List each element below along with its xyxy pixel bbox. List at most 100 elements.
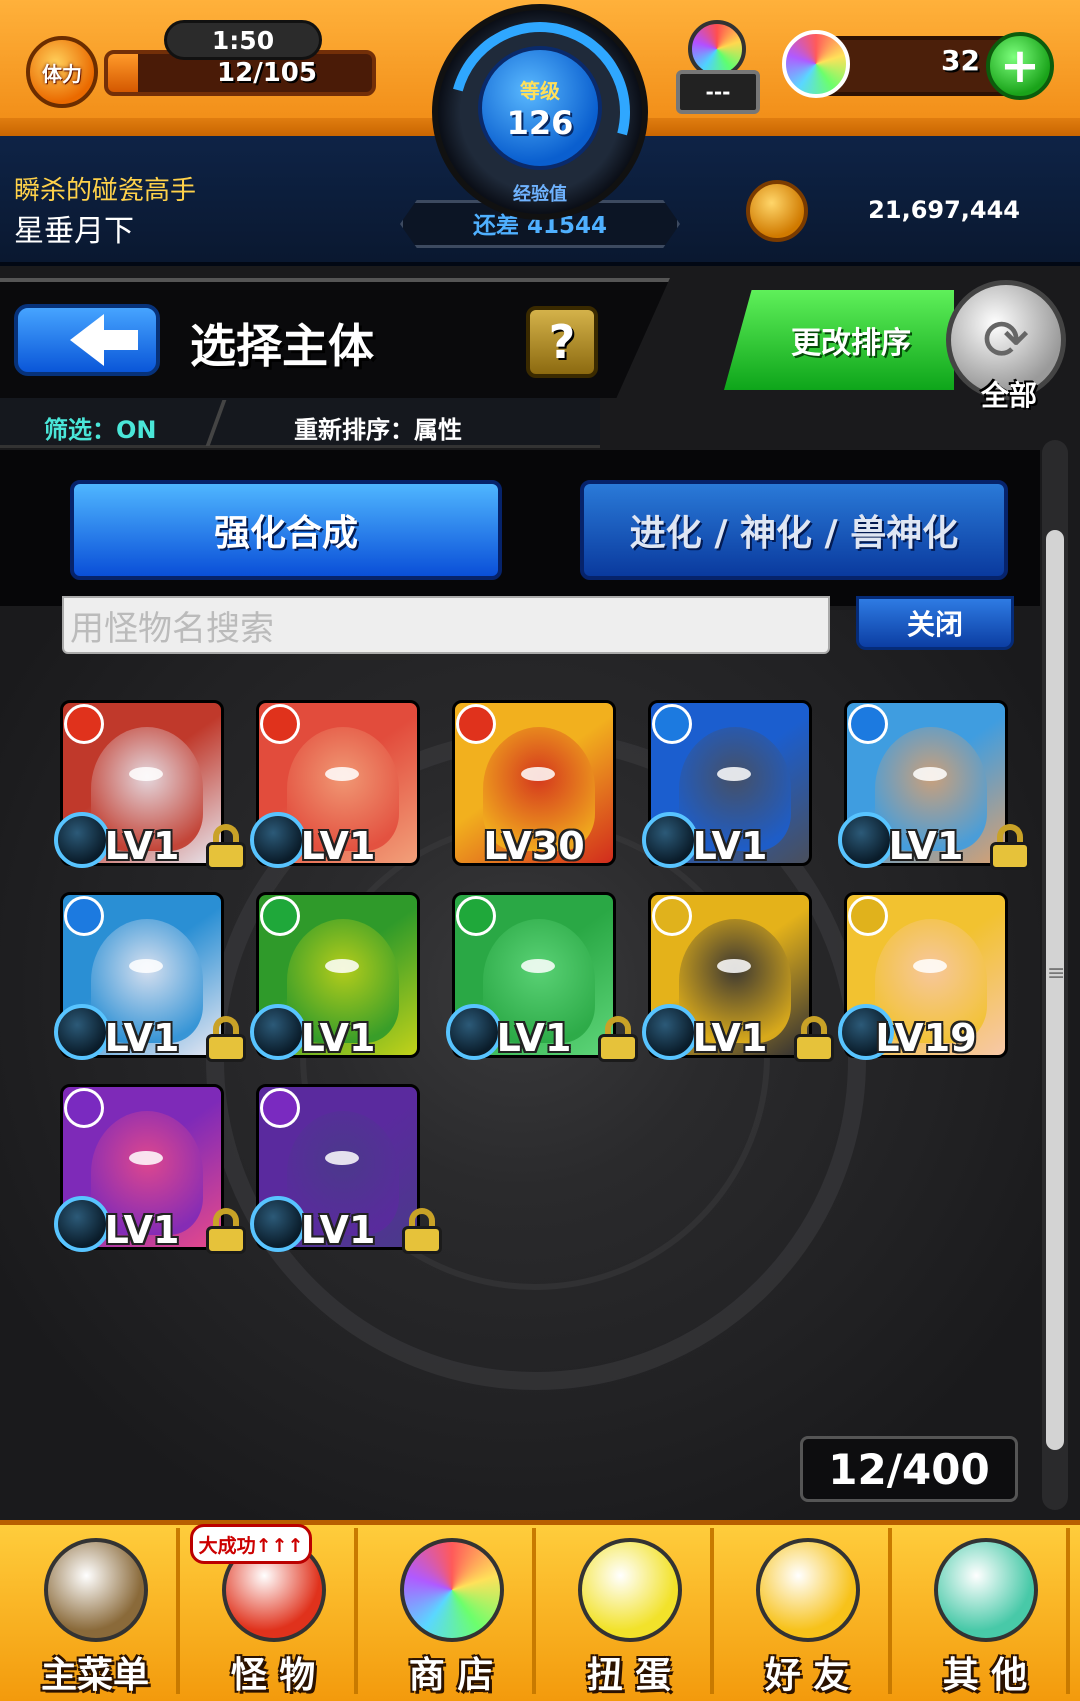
dark-element-icon	[64, 1088, 104, 1128]
monster-eye	[913, 767, 947, 781]
tab-evolution[interactable]: 进化 / 神化 / 兽神化	[580, 480, 1008, 580]
box-count: 12/400	[800, 1436, 1018, 1502]
monster-level: LV1	[300, 1016, 376, 1060]
tab-power-up[interactable]: 强化合成	[70, 480, 502, 580]
nav-label: 商 店	[408, 1655, 494, 1696]
lock-body	[402, 1226, 442, 1254]
orb-count: 32	[941, 44, 980, 77]
monster-card[interactable]: LV1	[446, 892, 638, 1062]
monster-eye	[325, 959, 359, 973]
player-title: 瞬杀的碰瓷高手	[14, 176, 197, 206]
badge-slot[interactable]: ---	[672, 16, 764, 116]
lock-icon	[204, 1016, 248, 1064]
friends-icon	[756, 1538, 860, 1642]
monster-level: LV1	[300, 1208, 376, 1252]
monster-level: LV30	[483, 824, 585, 868]
fire-element-icon	[456, 704, 496, 744]
stamina-count: 12/105	[217, 58, 317, 88]
back-button[interactable]	[14, 304, 160, 376]
monster-level: LV1	[300, 824, 376, 868]
water-element-icon	[848, 704, 888, 744]
filter-toggle[interactable]: 筛选：ON	[44, 410, 157, 445]
water-element-icon	[652, 704, 692, 744]
monster-eye	[129, 1151, 163, 1165]
refresh-all-label: 全部	[980, 379, 1037, 412]
monster-eye	[129, 767, 163, 781]
lock-body	[206, 1034, 246, 1062]
nav-label: 扭 蛋	[586, 1655, 672, 1696]
nav-friends[interactable]: 好 友	[722, 1528, 892, 1696]
nav-other[interactable]: 其 他	[900, 1528, 1070, 1696]
monster-eye	[521, 959, 555, 973]
fire-element-icon	[64, 704, 104, 744]
monster-level: LV19	[875, 1016, 977, 1060]
monster-card[interactable]: LV1	[642, 892, 834, 1062]
lock-icon	[596, 1016, 640, 1064]
monster-eye	[325, 1151, 359, 1165]
stamina-timer: 1:50	[164, 20, 322, 60]
nav-gacha[interactable]: 扭 蛋	[544, 1528, 714, 1696]
coin-count: 21,697,444	[868, 196, 1020, 224]
monster-level: LV1	[692, 1016, 768, 1060]
search-input[interactable]: 用怪物名搜索	[62, 596, 830, 654]
other-icon	[934, 1538, 1038, 1642]
page-title: 选择主体	[190, 319, 374, 373]
monster-card[interactable]: LV1	[54, 700, 246, 870]
monster-card[interactable]: LV1	[838, 700, 1030, 870]
nav-main-menu[interactable]: 主菜单	[10, 1528, 180, 1696]
monster-level: LV1	[888, 824, 964, 868]
monster-level: LV1	[104, 1208, 180, 1252]
change-sort-button[interactable]: 更改排序	[724, 290, 954, 390]
light-element-icon	[848, 896, 888, 936]
grip-icon: ≡	[1047, 961, 1066, 986]
monster-card[interactable]: LV1	[250, 700, 420, 868]
monster-eye	[717, 959, 751, 973]
light-element-icon	[652, 896, 692, 936]
gate-icon	[44, 1538, 148, 1642]
monster-card[interactable]: LV19	[838, 892, 1008, 1060]
monster-level: LV1	[496, 1016, 572, 1060]
monster-card[interactable]: LV1	[54, 1084, 246, 1254]
refresh-icon: ⟳	[982, 307, 1030, 373]
dark-element-icon	[260, 1088, 300, 1128]
close-search-button[interactable]: 关闭	[856, 596, 1014, 650]
lock-body	[206, 1226, 246, 1254]
monster-card[interactable]: LV1	[642, 700, 812, 868]
lock-icon	[792, 1016, 836, 1064]
monster-card[interactable]: LV30	[452, 700, 616, 868]
fire-element-icon	[260, 704, 300, 744]
lock-icon	[204, 1208, 248, 1256]
stamina-icon: 体力	[26, 36, 98, 108]
monster-level: LV1	[104, 824, 180, 868]
lock-body	[794, 1034, 834, 1062]
exp-label: 经验值	[513, 184, 567, 205]
lock-icon	[204, 824, 248, 872]
monster-card[interactable]: LV1	[250, 1084, 442, 1254]
wood-element-icon	[260, 896, 300, 936]
monster-card[interactable]: LV1	[54, 892, 246, 1062]
player-name: 星垂月下	[14, 214, 134, 249]
buy-orbs-button[interactable]: +	[986, 32, 1054, 100]
orb-icon	[400, 1538, 504, 1642]
badge-box: ---	[676, 70, 760, 114]
monster-eye	[129, 959, 163, 973]
monster-eye	[325, 767, 359, 781]
monster-level: LV1	[692, 824, 768, 868]
monster-level: LV1	[104, 1016, 180, 1060]
water-element-icon	[64, 896, 104, 936]
coin-icon	[746, 180, 808, 242]
sort-status[interactable]: 重新排序：属性	[294, 410, 462, 445]
help-button[interactable]: ?	[526, 306, 598, 378]
nav-shop[interactable]: 商 店	[366, 1528, 536, 1696]
lock-icon	[988, 824, 1032, 872]
stamina-fill	[108, 54, 139, 92]
nav-label: 其 他	[942, 1655, 1028, 1696]
lock-body	[206, 842, 246, 870]
orb-icon	[782, 30, 850, 98]
lock-body	[990, 842, 1030, 870]
monster-card[interactable]: LV1	[250, 892, 420, 1060]
monster-eye	[913, 959, 947, 973]
nav-label: 怪 物	[230, 1655, 316, 1696]
monster-nav-badge: 大成功↑↑↑	[190, 1524, 312, 1564]
nav-label: 主菜单	[40, 1655, 149, 1696]
